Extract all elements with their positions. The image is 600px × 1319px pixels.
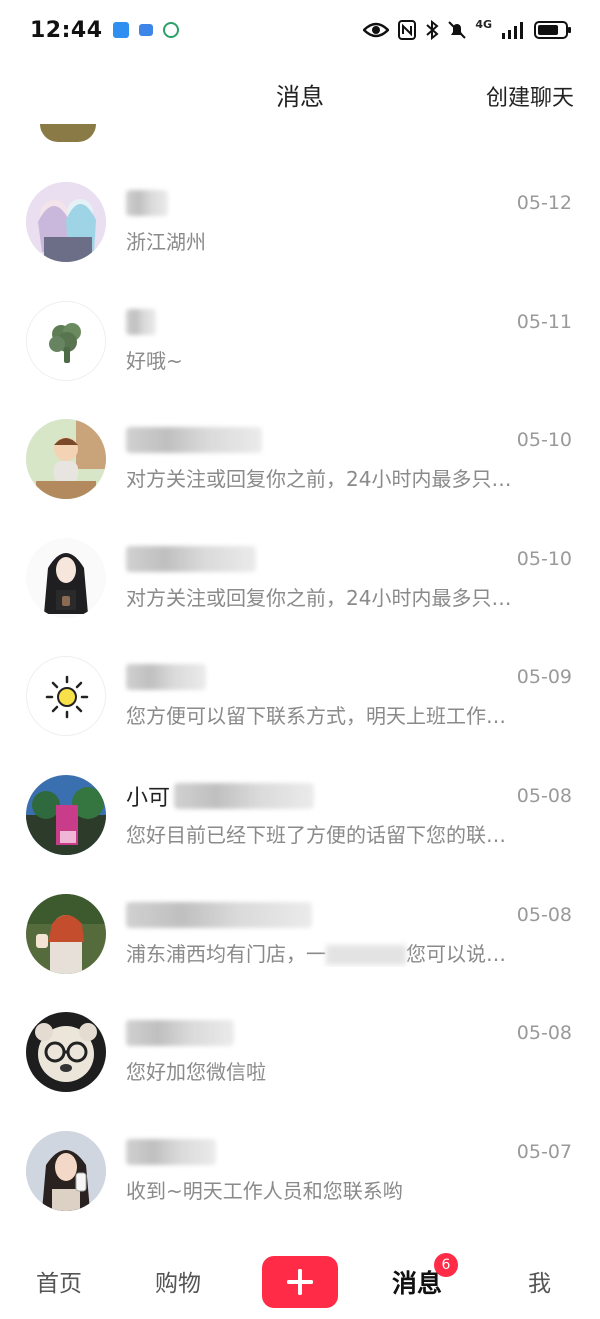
eye-icon [363,22,390,38]
status-bar: 12:44 4G [0,0,600,60]
date: 05-08 [516,903,572,926]
message-preview-redacted [326,945,406,966]
notification-icons [112,22,179,38]
signal-icon [502,22,523,39]
name-redacted [126,901,312,928]
name-redacted [126,1020,234,1047]
status-right-icons: 4G [363,17,572,40]
name-redacted [126,545,256,572]
tab-shop[interactable]: 购物 [155,1264,201,1298]
contact-name: 小可 [126,785,171,811]
street-photo-avatar[interactable] [26,774,106,855]
unread-badge: 6 [434,1253,458,1277]
avatar[interactable] [40,124,96,142]
name-redacted [174,782,314,809]
message-preview: 您好加您微信啦 [126,1060,266,1085]
name-redacted [126,664,206,691]
date: 05-08 [516,1022,572,1045]
tab-home[interactable]: 首页 [36,1264,82,1298]
list-item[interactable]: 05-08 浦东浦西均有门店，一 您可以说… [0,872,600,991]
message-preview-end: 您可以说… [406,941,506,966]
bear-glasses-avatar[interactable] [26,1012,106,1093]
date: 05-07 [516,1140,572,1163]
message-preview: 您好目前已经下班了方便的话留下您的联… [126,822,506,847]
woman-drink-avatar[interactable] [26,1130,106,1211]
broccoli-avatar[interactable] [26,300,106,381]
list-item[interactable]: 05-08 您好加您微信啦 [0,990,600,1109]
list-item[interactable]: 05-09 您方便可以留下联系方式，明天上班工作… [0,634,600,753]
chat-notification-icon [162,22,179,38]
message-preview: 收到~明天工作人员和您联系哟 [126,1178,403,1203]
name-redacted [126,190,168,216]
list-item[interactable]: 05-10 对方关注或回复你之前，24小时内最多只… [0,397,600,516]
anime-girls-avatar[interactable] [26,182,106,262]
message-preview: 浙江湖州 [126,230,206,254]
plus-icon [287,1269,313,1295]
battery-icon [534,21,571,39]
dark-hair-girl-avatar[interactable] [26,537,106,618]
nfc-icon [398,20,417,40]
list-item[interactable]: 05-12 浙江湖州 [0,160,600,279]
bottom-tabbar: 首页 购物 消息 6 我 [0,1236,600,1319]
create-chat-button[interactable]: 创建聊天 [486,80,574,112]
list-item[interactable]: 05-11 好哦~ [0,279,600,398]
date: 05-11 [516,310,572,333]
status-time: 12:44 [30,17,103,43]
date: 05-08 [516,784,572,807]
name-redacted [126,1138,216,1165]
date: 05-12 [516,192,572,214]
message-preview: 您方便可以留下联系方式，明天上班工作… [126,704,506,729]
name-redacted [126,308,156,335]
sun-avatar[interactable] [26,656,106,737]
cartoon-girl-avatar[interactable] [26,419,106,500]
bluetooth-icon [426,20,439,40]
woman-photo-avatar[interactable] [26,893,106,974]
message-preview: 对方关注或回复你之前，24小时内最多只… [126,467,512,492]
message-preview: 好哦~ [126,348,183,373]
create-post-button[interactable] [262,1256,338,1308]
mute-bell-icon [448,21,467,39]
app-notification-icon [112,22,129,38]
list-item[interactable]: 小可 05-08 您好目前已经下班了方便的话留下您的联… [0,753,600,872]
date: 05-10 [516,429,572,452]
message-preview-start: 浦东浦西均有门店，一 [126,941,326,966]
conversation-list: 05-12 浙江湖州 05-11 好哦~ 05-10 对方关注或回复你之前，24… [0,160,600,1227]
tab-me[interactable]: 我 [528,1264,551,1298]
calendar-notification-icon [138,24,153,36]
date: 05-10 [516,547,572,570]
list-item[interactable]: 05-07 收到~明天工作人员和您联系哟 [0,1109,600,1228]
list-item[interactable]: 05-10 对方关注或回复你之前，24小时内最多只… [0,516,600,635]
name-redacted [126,427,262,454]
message-preview: 浦东浦西均有门店，一 您可以说… [126,938,572,967]
date: 05-09 [516,666,572,689]
message-preview: 对方关注或回复你之前，24小时内最多只… [126,585,512,610]
page-title: 消息 [276,82,324,111]
network-label: 4G [475,17,492,31]
header: 消息 创建聊天 [0,62,600,126]
